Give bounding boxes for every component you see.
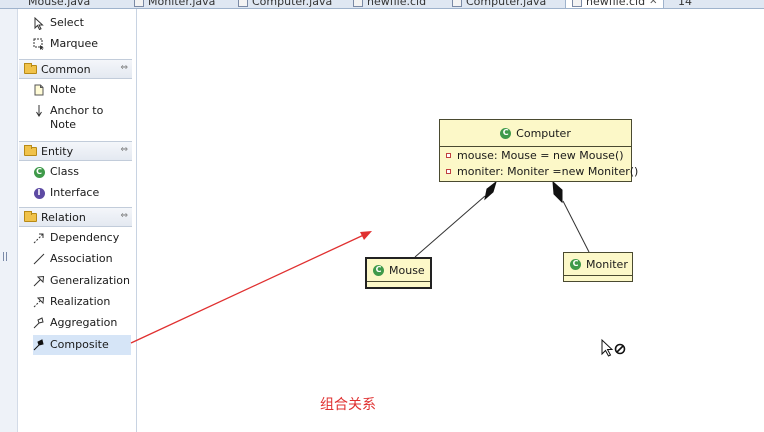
tab-label: newfile.cld <box>367 0 427 8</box>
diagram-file-icon <box>572 0 582 7</box>
attribute-compartment <box>367 281 430 285</box>
folder-icon <box>24 144 37 156</box>
tab-overflow-count[interactable]: 14 <box>672 0 698 8</box>
composite-icon <box>33 338 45 352</box>
palette-item-label: Generalization <box>50 274 130 287</box>
palette-item-interface[interactable]: I Interface <box>33 183 131 203</box>
anchor-arrow-icon <box>33 104 45 118</box>
drawer-label: Entity <box>41 144 74 158</box>
palette-tool-marquee[interactable]: Marquee <box>33 34 131 54</box>
tab-moniter-java[interactable]: Moniter.java <box>128 0 221 8</box>
class-icon: C <box>500 127 512 139</box>
folder-icon <box>24 62 37 74</box>
association-icon <box>33 252 45 266</box>
tab-newfile-cld-active[interactable]: newfile.cld ✕ <box>565 0 665 8</box>
interface-icon: I <box>33 186 45 200</box>
java-file-icon <box>452 0 462 7</box>
generalization-icon <box>33 274 45 288</box>
palette-item-anchor-to-note[interactable]: Anchor to Note <box>33 101 131 135</box>
pin-drawer-icon[interactable]: ⇔ <box>120 145 128 155</box>
palette-item-composite[interactable]: Composite <box>33 335 131 355</box>
palette-item-note[interactable]: Note <box>33 80 131 100</box>
tab-mouse-java[interactable]: Mouse.java <box>22 0 96 8</box>
dependency-icon <box>33 231 45 245</box>
private-field-icon <box>446 152 451 158</box>
drawer-relation[interactable]: Relation ⇔ <box>19 207 132 227</box>
palette-item-label: Dependency <box>50 231 120 244</box>
class-header: C Computer <box>440 120 631 146</box>
palette-tool-label: Marquee <box>50 37 99 50</box>
java-file-icon <box>134 0 144 7</box>
palette-gutter <box>0 9 18 432</box>
attribute-compartment: mouse: Mouse = new Mouse() moniter: Moni… <box>440 146 638 179</box>
diagram-canvas[interactable] <box>138 9 764 432</box>
palette-item-class[interactable]: C Class <box>33 162 131 182</box>
palette-item-label: Interface <box>50 186 100 199</box>
palette-item-label: Realization <box>50 295 111 308</box>
attribute-text: moniter: Moniter =new Moniter() <box>457 164 639 178</box>
palette-item-label: Anchor to Note <box>50 104 104 131</box>
tab-label: Mouse.java <box>28 0 91 8</box>
palette-item-label: Class <box>50 165 79 178</box>
palette-item-realization[interactable]: Realization <box>33 292 131 312</box>
class-icon: C <box>33 165 45 179</box>
drawer-label: Common <box>41 62 91 76</box>
annotation-text: 组合关系 <box>320 397 376 413</box>
marquee-icon <box>33 37 45 51</box>
collapse-handle-icon[interactable] <box>3 252 7 261</box>
class-icon: C <box>570 258 581 270</box>
realization-icon <box>33 295 45 309</box>
class-header: C Mouse <box>367 259 430 281</box>
no-drop-cursor-icon <box>601 338 626 357</box>
class-computer[interactable]: C Computer mouse: Mouse = new Mouse() mo… <box>439 119 638 182</box>
attribute-text: mouse: Mouse = new Mouse() <box>457 148 624 162</box>
class-name: Computer <box>516 126 571 140</box>
note-icon <box>33 83 45 97</box>
drawer-entity[interactable]: Entity ⇔ <box>19 141 132 161</box>
close-tab-icon[interactable]: ✕ <box>649 0 657 8</box>
palette-item-aggregation[interactable]: Aggregation <box>33 313 131 333</box>
diagram-file-icon <box>353 0 363 7</box>
tab-label: newfile.cld <box>586 0 646 8</box>
drawer-common[interactable]: Common ⇔ <box>19 59 132 79</box>
palette-item-label: Aggregation <box>50 316 118 329</box>
tab-label: Computer.java <box>466 0 547 8</box>
tab-label: Computer.java <box>252 0 333 8</box>
attribute-compartment <box>564 275 632 279</box>
palette-tool-label: Select <box>50 16 84 29</box>
attribute-row[interactable]: mouse: Mouse = new Mouse() <box>440 147 631 163</box>
class-name: Moniter <box>586 257 628 271</box>
hidden-tab-count: 14 <box>678 0 692 8</box>
drawer-label: Relation <box>41 210 86 224</box>
tab-computer-java[interactable]: Computer.java <box>232 0 338 8</box>
tab-computer-java-2[interactable]: Computer.java <box>446 0 552 8</box>
class-icon: C <box>373 264 384 276</box>
palette-item-dependency[interactable]: Dependency <box>33 228 131 248</box>
editor-tab-bar: Mouse.java Moniter.java Computer.java ne… <box>0 0 764 9</box>
palette-tool-select[interactable]: Select <box>33 13 131 33</box>
tab-newfile-cld[interactable]: newfile.cld <box>347 0 432 8</box>
private-field-icon <box>446 168 451 174</box>
folder-icon <box>24 210 37 222</box>
class-name: Mouse <box>389 263 425 277</box>
java-file-icon <box>238 0 248 7</box>
attribute-row[interactable]: moniter: Moniter =new Moniter() <box>440 163 638 179</box>
class-header: C Moniter <box>564 253 632 275</box>
class-moniter[interactable]: C Moniter <box>563 252 633 282</box>
palette-item-generalization[interactable]: Generalization <box>33 271 131 291</box>
pin-drawer-icon[interactable]: ⇔ <box>120 63 128 73</box>
palette-item-association[interactable]: Association <box>33 249 131 269</box>
tab-label: Moniter.java <box>148 0 216 8</box>
pin-drawer-icon[interactable]: ⇔ <box>120 211 128 221</box>
aggregation-icon <box>33 316 45 330</box>
palette-item-label: Composite <box>50 338 109 351</box>
palette-item-label: Note <box>50 83 77 96</box>
palette-item-label: Association <box>50 252 113 265</box>
arrow-pointer-icon <box>33 16 45 30</box>
class-mouse[interactable]: C Mouse <box>365 257 432 289</box>
